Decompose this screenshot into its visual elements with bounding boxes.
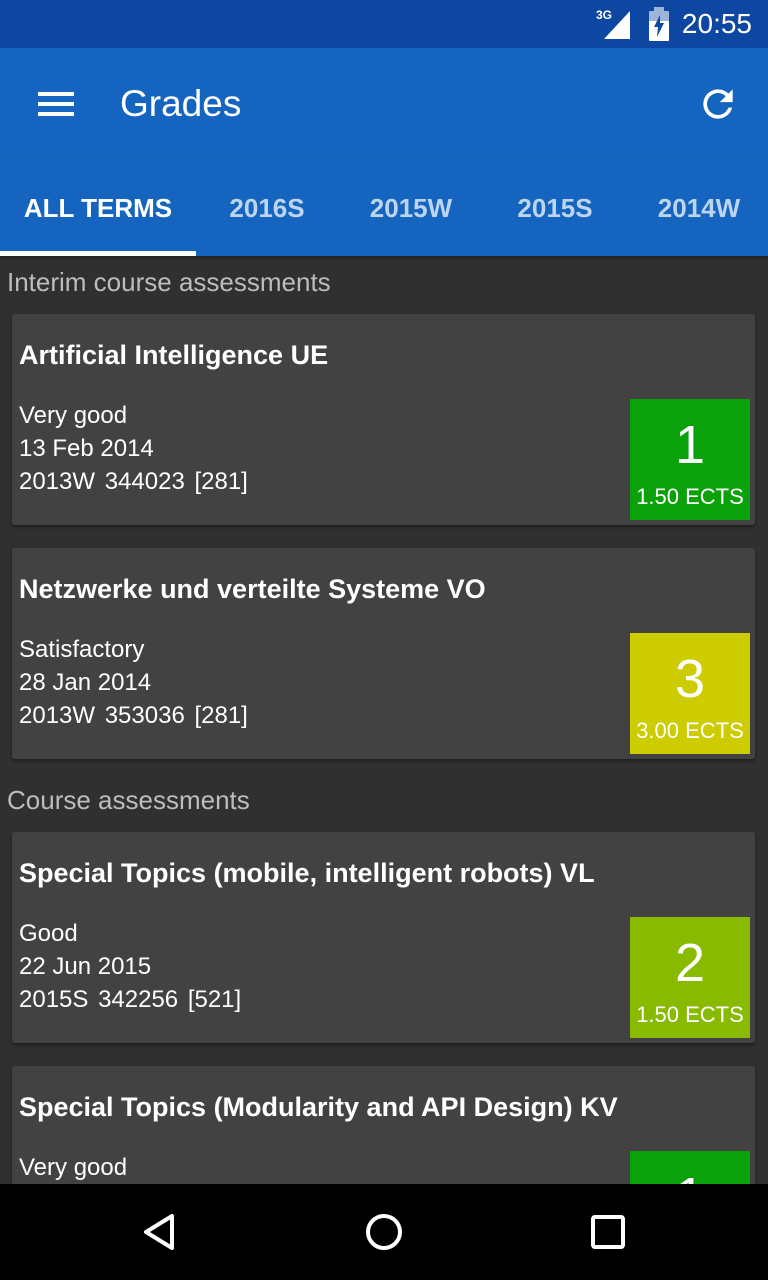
ects-value: 1.50 ECTS — [636, 484, 744, 509]
grade-value: 1 — [674, 415, 706, 475]
grade-description: Good — [19, 920, 78, 947]
grade-badge: 2 1.50 ECTS — [630, 917, 750, 1038]
home-icon[interactable] — [360, 1208, 408, 1256]
grade-description: Satisfactory — [19, 636, 145, 663]
course-title: Special Topics (Modularity and API Desig… — [19, 1092, 618, 1122]
grade-card[interactable]: Netzwerke und verteilte Systeme VO Satis… — [12, 548, 755, 759]
assessment-date: 13 Feb 2014 — [19, 435, 154, 462]
grade-card[interactable]: Special Topics (mobile, intelligent robo… — [12, 832, 755, 1043]
course-title: Artificial Intelligence UE — [19, 340, 329, 370]
course-info: 2013W 353036 [281] — [19, 702, 248, 729]
grade-badge: 1 — [630, 1151, 750, 1184]
grade-card[interactable]: Artificial Intelligence UE Very good 13 … — [12, 314, 755, 525]
grade-description: Very good — [19, 402, 128, 429]
course-title: Netzwerke und verteilte Systeme VO — [19, 574, 486, 604]
grade-card[interactable]: Special Topics (Modularity and API Desig… — [12, 1066, 755, 1184]
tab-2015w[interactable]: 2015W — [338, 160, 484, 256]
tab-2015s[interactable]: 2015S — [484, 160, 626, 256]
refresh-icon[interactable] — [696, 82, 740, 126]
tab-2016s[interactable]: 2016S — [196, 160, 338, 256]
grade-value: 1 — [630, 1165, 750, 1184]
ects-value: 3.00 ECTS — [636, 718, 744, 743]
menu-icon[interactable] — [36, 84, 76, 124]
status-icons: 3G 20:55 — [596, 0, 752, 48]
section-header-interim: Interim course assessments — [7, 267, 331, 297]
back-icon[interactable] — [136, 1208, 184, 1256]
status-time: 20:55 — [681, 8, 752, 39]
tab-all-terms[interactable]: ALL TERMS — [0, 160, 196, 256]
grade-value: 3 — [674, 649, 706, 709]
recents-icon[interactable] — [584, 1208, 632, 1256]
grade-badge: 1 1.50 ECTS — [630, 399, 750, 520]
grade-badge: 3 3.00 ECTS — [630, 633, 750, 754]
app-bar: Grades — [0, 48, 768, 160]
section-header-course: Course assessments — [7, 785, 250, 815]
battery-icon — [648, 7, 669, 41]
course-info: 2015S 342256 [521] — [19, 986, 242, 1013]
assessment-date: 28 Jan 2014 — [19, 669, 152, 696]
grade-description: Very good — [19, 1154, 128, 1181]
navigation-bar — [0, 1184, 768, 1280]
course-info: 2013W 344023 [281] — [19, 468, 248, 495]
status-bar: 3G 20:55 — [0, 0, 768, 48]
course-title: Special Topics (mobile, intelligent robo… — [19, 858, 595, 888]
grades-list[interactable]: Interim course assessments Artificial In… — [0, 256, 768, 1184]
network-type-label: 3G — [596, 8, 612, 22]
tab-2014w[interactable]: 2014W — [626, 160, 768, 256]
grade-value: 2 — [674, 933, 706, 993]
ects-value: 1.50 ECTS — [636, 1002, 744, 1027]
signal-icon: 3G — [596, 8, 630, 39]
page-title: Grades — [120, 83, 242, 124]
assessment-date: 22 Jun 2015 — [19, 953, 152, 980]
term-tabs: ALL TERMS 2016S 2015W 2015S 2014W — [0, 160, 768, 256]
